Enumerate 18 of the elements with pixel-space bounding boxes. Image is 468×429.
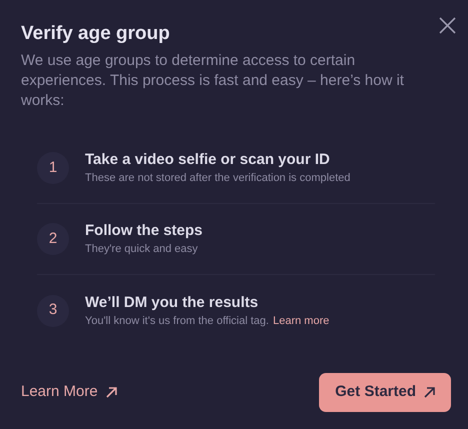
step-title: Follow the steps	[85, 221, 203, 241]
close-button[interactable]	[438, 16, 456, 34]
step-description: You'll know it's us from the official tag.	[85, 314, 269, 328]
arrow-icon	[424, 387, 435, 398]
step-title: Take a video selfie or scan your ID	[85, 150, 331, 170]
learn-more-link[interactable]: Learn more	[272, 314, 330, 328]
step-number: 1	[37, 152, 69, 184]
step-description: These are not stored after the verification is completed	[85, 171, 350, 186]
step-title: We’ll DM you the results	[85, 292, 260, 312]
step-number: 2	[37, 223, 69, 255]
dialog-title: Verify age group	[21, 22, 171, 46]
step-number: 3	[37, 294, 69, 326]
close-icon	[438, 16, 456, 34]
arrow-icon	[106, 387, 117, 398]
step-description: They're quick and easy	[85, 242, 198, 257]
learn-more-link[interactable]: Learn More	[21, 381, 117, 404]
dialog-description: We use age groups to determine access to certain experiences. This process is fast and easy – here’s how it works:	[21, 51, 405, 111]
get-started-button[interactable]: Get Started	[319, 373, 451, 412]
